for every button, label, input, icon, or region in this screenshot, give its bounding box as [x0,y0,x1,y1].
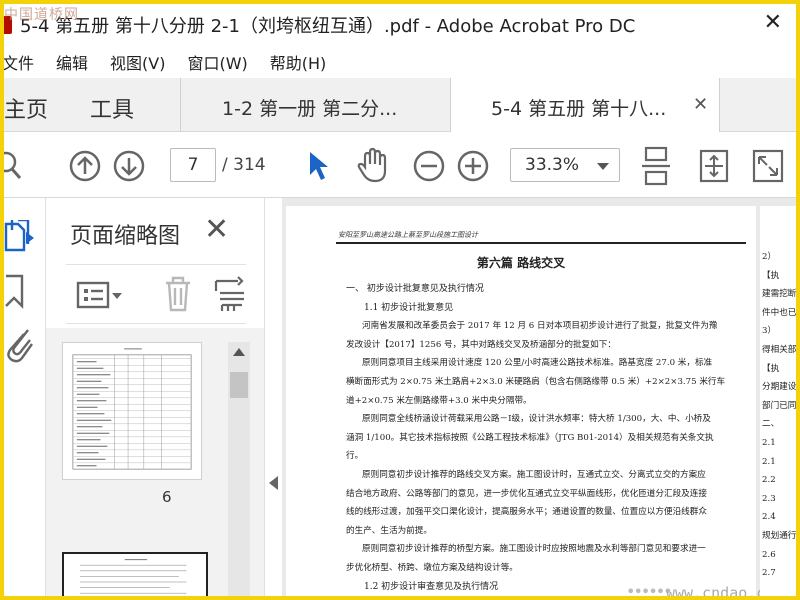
next-page-line: 2.4 [762,512,776,523]
next-page-line: 2.1 [762,438,776,448]
delete-icon[interactable] [162,275,194,313]
body-line: 原则同意初步设计推荐的路线交叉方案。施工图设计时，互通式立交、分离式立交的方案应 [362,470,706,480]
tab-document-2-active[interactable]: 5-4 第五册 第十八... ✕ [450,78,720,133]
window-title: 5-4 第五册 第十八分册 2-1（刘垮枢纽互通）.pdf - Adobe Ac… [20,16,636,37]
zoom-value: 33.3% [525,155,580,175]
panel-title: 页面缩略图 [70,224,181,249]
panel-toolbar [66,264,246,324]
chapter-title: 第六篇 路线交叉 [476,256,566,270]
next-page-line: 二、 [762,419,780,430]
thumbnail-scrollbar[interactable] [228,342,250,596]
chevron-down-icon [597,163,609,170]
search-icon[interactable] [4,150,26,182]
body-line: 道+2×0.75 米左侧路缘带+3.0 米中央分隔带。 [346,395,532,406]
tab-home[interactable]: 主页 [4,92,48,124]
scroll-up-icon[interactable] [233,348,245,356]
navigation-rail [4,198,46,596]
next-page-line: 2.2 [762,475,776,486]
window-close-button[interactable]: ✕ [764,10,782,35]
tab-bar: 主页 工具 1-2 第一册 第二分... 5-4 第五册 第十八... ✕ [4,78,796,133]
fit-page-icon[interactable] [640,146,672,186]
body-line: 行。 [346,451,364,462]
pdf-page: 安阳至罗山高速公路上蔡至罗山段施工图设计 第六篇 路线交叉 一、 初步设计批复意… [286,206,783,596]
options-icon[interactable] [76,279,124,311]
zoom-out-icon[interactable] [412,149,446,183]
body-line: 涵洞 1/100。其它技术指标按照《公路工程技术标准》（JTG B01-2014… [346,432,714,443]
page-number-input[interactable]: 7 [170,148,216,182]
body-line: 的生产、生活为前提。 [346,525,432,536]
watermark-dots: •••••• [626,582,673,596]
next-page-line: 2.7 [762,568,776,579]
acrobat-window: 5-4 第五册 第十八分册 2-1（刘垮枢纽互通）.pdf - Adobe Ac… [4,4,796,596]
page-thumbnail-6[interactable] [62,342,202,480]
body-line: 一、 初步设计批复意见及执行情况 [346,284,484,294]
body-line: 横断面形式为 2×0.75 米土路肩+2×3.0 米硬路肩（包含右侧路缘带 0.… [346,377,726,387]
next-page-line: 3） [762,326,777,337]
body-line: 1.2 初步设计审查意见及执行情况 [364,581,499,592]
title-bar: 5-4 第五册 第十八分册 2-1（刘垮枢纽互通）.pdf - Adobe Ac… [4,4,796,44]
next-page-line: 【执 [762,363,780,374]
tab-document-2-label: 5-4 第五册 第十八... [491,98,667,120]
next-page-line: 分期建设 [762,382,796,393]
pdf-next-page: 2） 【执 建需挖断 件中也已 3） 得相关部 【执 分期建设 部门已同 二、 2.1 2.1 2.2 2… [760,206,796,596]
next-page-line: 【执 [762,270,780,281]
full-screen-icon[interactable] [750,147,786,185]
main-toolbar: 7 / 314 33.3% [4,132,796,198]
document-view[interactable]: 安阳至罗山高速公路上蔡至罗山段施工图设计 第六篇 路线交叉 一、 初步设计批复意… [282,198,796,596]
tab-document-1[interactable]: 1-2 第一册 第二分... [222,94,397,121]
header-rule [336,242,746,244]
page-header: 安阳至罗山高速公路上蔡至罗山段施工图设计 [338,231,478,239]
tab-divider [180,78,181,132]
menu-window[interactable]: 窗口(W) [175,46,257,76]
body-line: 结合地方政府、公路等部门的意见，进一步优化互通式立交平纵面线形，优化匝道分汇段及… [346,488,707,499]
next-page-line: 部门已同 [762,400,796,411]
prev-page-icon[interactable] [68,149,102,183]
menu-file[interactable]: 文件 [4,46,44,76]
menu-help[interactable]: 帮助(H) [258,46,337,76]
body-line: 步优化桥型、桥跨、墩位方案及结构设计等。 [346,563,518,573]
site-watermark: 中国道桥网 [4,7,79,23]
close-icon[interactable]: ✕ [204,212,229,247]
page-thumbnails-panel: 页面缩略图 ✕ 6 [46,198,264,596]
page-count: / 314 [222,155,266,175]
next-page-line: 建需挖断 [762,289,796,300]
body-line: 原则同意项目主线采用设计速度 120 公里/小时高速公路技术标准。路基宽度 27… [362,358,713,369]
menu-bar: 文件 编辑 视图(V) 窗口(W) 帮助(H) [4,46,796,76]
next-page-line: 2.3 [762,493,776,504]
zoom-select[interactable]: 33.3% [510,148,620,182]
body-line: 原则同意初步设计推荐的桥型方案。施工图设计时应按照地震及水利等部门意见和要求进一 [362,544,706,555]
page-thumbnail-7-selected[interactable] [62,552,208,596]
collapse-panel-icon[interactable] [269,476,278,490]
body-line: 原则同意全线桥涵设计荷载采用公路－Ⅰ级，设计洪水频率：特大桥 1/300，大、中… [362,414,711,425]
bookmark-icon[interactable] [4,274,28,310]
body-line: 1.1 初步设计批复意见 [364,302,454,313]
zoom-in-icon[interactable] [456,149,490,183]
select-cursor-icon[interactable] [306,149,330,183]
thumbnails-icon[interactable] [4,220,34,256]
body-line: 发改设计【2017】1256 号，其中对路线交叉及桥涵部分的批复如下： [346,339,616,350]
next-page-line: 2.6 [762,549,776,560]
thumbnail-page-number: 6 [162,488,172,506]
crop-icon[interactable] [214,275,246,313]
body-line: 线的线形过渡，加强平交口渠化设计，提高服务水平；通道设置的数量、位置应以方便沿线… [346,507,707,518]
hand-tool-icon[interactable] [356,147,390,185]
panel-splitter[interactable] [264,198,282,596]
body-line: 河南省发展和改革委员会于 2017 年 12 月 6 日对本项目初步设计进行了批… [362,321,718,332]
menu-view[interactable]: 视图(V) [98,46,175,76]
scrollbar-thumb[interactable] [230,372,248,398]
next-page-line: 2） [762,252,777,262]
next-page-line: 2.1 [762,456,776,467]
next-page-icon[interactable] [112,149,146,183]
next-page-line: 规划通行 [762,531,796,541]
next-page-line: 得相关部 [762,345,796,355]
menu-edit[interactable]: 编辑 [44,46,98,76]
tab-tools[interactable]: 工具 [90,92,134,124]
thumbnail-list: 6 [46,328,264,596]
attachment-icon[interactable] [4,328,34,364]
tab-close-icon[interactable]: ✕ [693,94,708,115]
next-page-line: 件中也已 [762,307,796,318]
rotate-icon[interactable] [696,147,732,185]
